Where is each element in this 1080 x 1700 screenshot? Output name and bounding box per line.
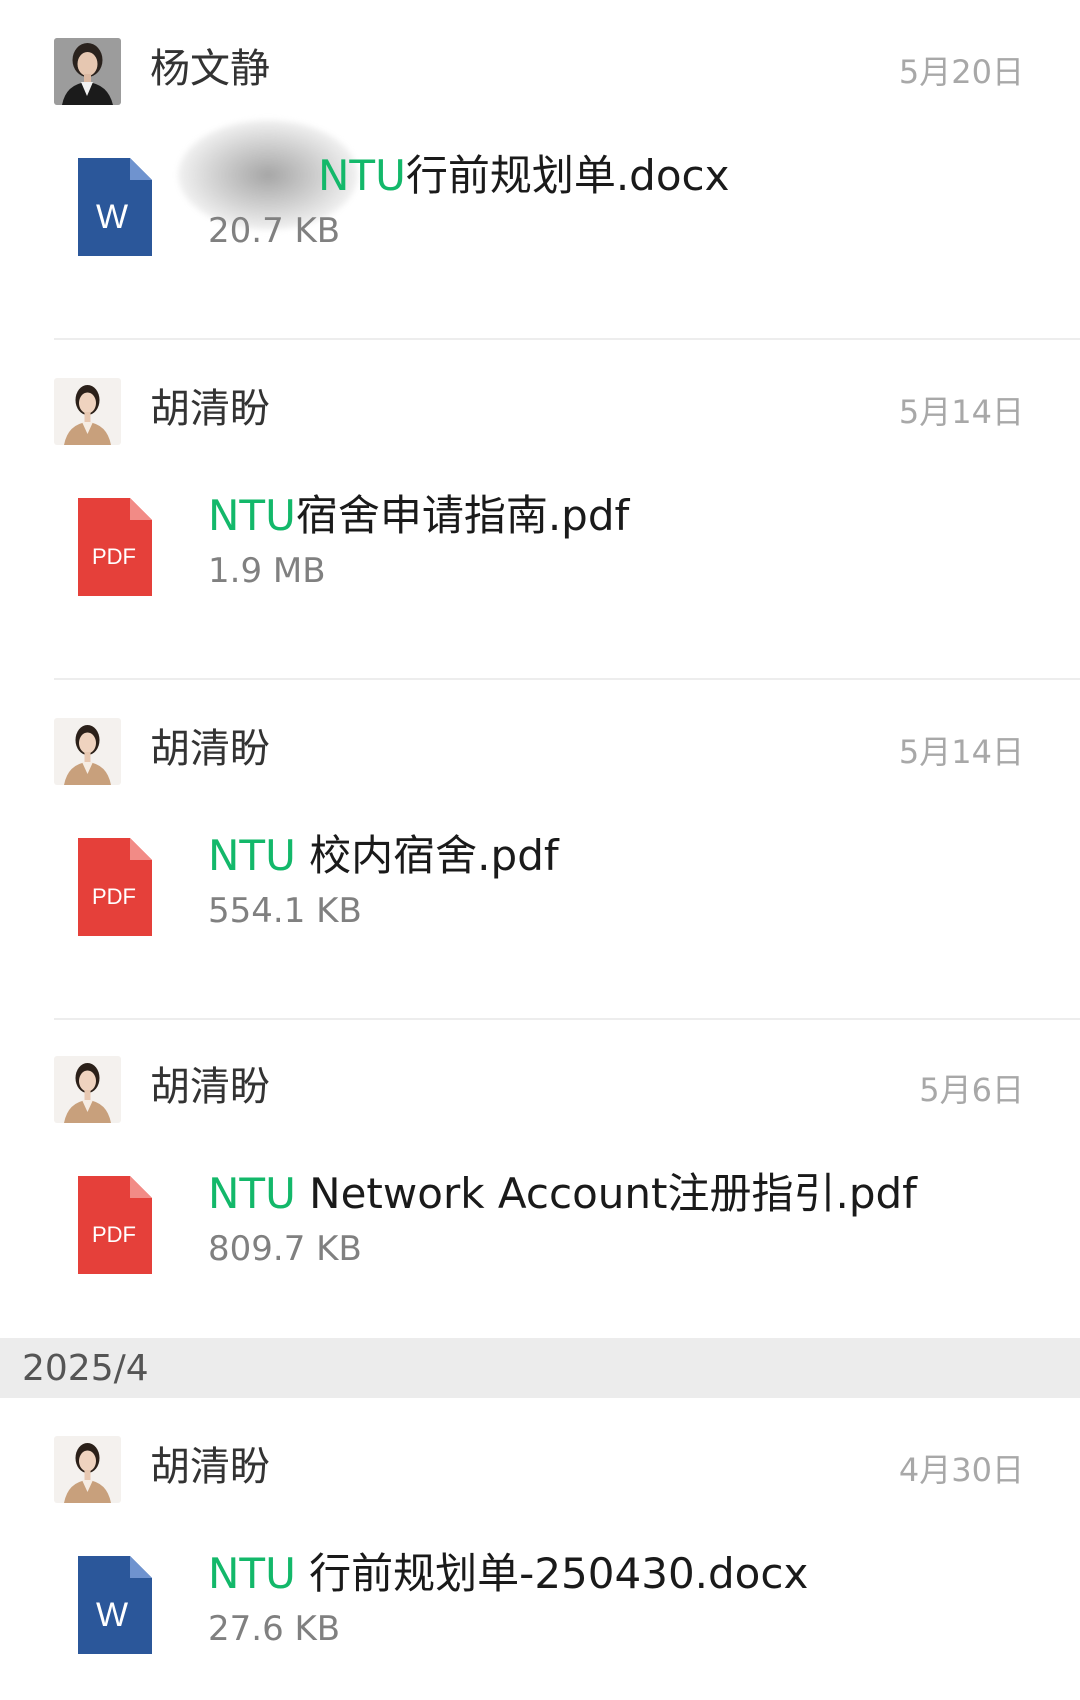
file-list-item[interactable]: 胡清盼 4月30日 W NTU 行前规划单-250430.docx 27.6 K…: [0, 1398, 1080, 1700]
avatar[interactable]: [54, 378, 121, 445]
message-date: 5月14日: [898, 393, 1024, 431]
avatar[interactable]: [54, 1056, 121, 1123]
file-icon-label: PDF: [92, 1222, 136, 1247]
file-name-rest: 行前规划单.docx: [405, 151, 730, 200]
file-name-rest: 行前规划单-250430.docx: [295, 1549, 809, 1598]
file-name-highlight: NTU: [318, 151, 406, 200]
file-name-highlight: NTU: [208, 491, 296, 540]
message-date: 5月6日: [919, 1071, 1024, 1109]
file-name-highlight: NTU: [208, 831, 296, 880]
month-section-header: 2025/4: [0, 1338, 1080, 1398]
file-name-rest: 宿舍申请指南.pdf: [295, 491, 630, 540]
sender-name: 胡清盼: [150, 386, 270, 432]
sender-name: 胡清盼: [150, 1064, 270, 1110]
message-date: 5月20日: [898, 53, 1024, 91]
file-list-item[interactable]: 杨文静 5月20日 W NTU行前规划单.docx 20.7 KB: [0, 0, 1080, 340]
file-icon-label: W: [96, 198, 128, 236]
file-size: 554.1 KB: [208, 891, 362, 931]
avatar[interactable]: [54, 718, 121, 785]
file-name[interactable]: NTU 行前规划单-250430.docx: [208, 1548, 808, 1600]
file-size: 809.7 KB: [208, 1229, 362, 1269]
file-list-item[interactable]: 胡清盼 5月14日 PDF NTU 校内宿舍.pdf 554.1 KB: [0, 680, 1080, 1020]
pdf-doc-icon[interactable]: PDF: [78, 838, 152, 936]
avatar[interactable]: [54, 38, 121, 105]
message-date: 4月30日: [898, 1451, 1024, 1489]
file-name-highlight: NTU: [208, 1169, 296, 1218]
sender-name: 胡清盼: [150, 1444, 270, 1490]
file-name[interactable]: NTU宿舍申请指南.pdf: [208, 490, 629, 542]
pdf-doc-icon[interactable]: PDF: [78, 1176, 152, 1274]
file-list-item[interactable]: 胡清盼 5月14日 PDF NTU宿舍申请指南.pdf 1.9 MB: [0, 340, 1080, 680]
file-size: 27.6 KB: [208, 1609, 341, 1649]
word-doc-icon[interactable]: W: [78, 1556, 152, 1654]
file-size: 20.7 KB: [208, 211, 341, 251]
sender-name: 杨文静: [150, 46, 270, 92]
pdf-doc-icon[interactable]: PDF: [78, 498, 152, 596]
section-header-label: 2025/4: [22, 1348, 149, 1389]
sender-name: 胡清盼: [150, 726, 270, 772]
file-icon-label: PDF: [92, 884, 136, 909]
file-name[interactable]: NTU Network Account注册指引.pdf: [208, 1168, 917, 1220]
message-date: 5月14日: [898, 733, 1024, 771]
word-doc-icon[interactable]: W: [78, 158, 152, 256]
file-name-rest: 校内宿舍.pdf: [295, 831, 559, 880]
file-icon-label: W: [96, 1596, 128, 1634]
avatar[interactable]: [54, 1436, 121, 1503]
file-name-highlight: NTU: [208, 1549, 296, 1598]
file-icon-label: PDF: [92, 544, 136, 569]
file-size: 1.9 MB: [208, 551, 326, 591]
file-list-item[interactable]: 胡清盼 5月6日 PDF NTU Network Account注册指引.pdf…: [0, 1018, 1080, 1338]
file-name[interactable]: NTU行前规划单.docx: [318, 150, 729, 202]
file-name[interactable]: NTU 校内宿舍.pdf: [208, 830, 559, 882]
file-name-rest: Network Account注册指引.pdf: [295, 1169, 917, 1218]
